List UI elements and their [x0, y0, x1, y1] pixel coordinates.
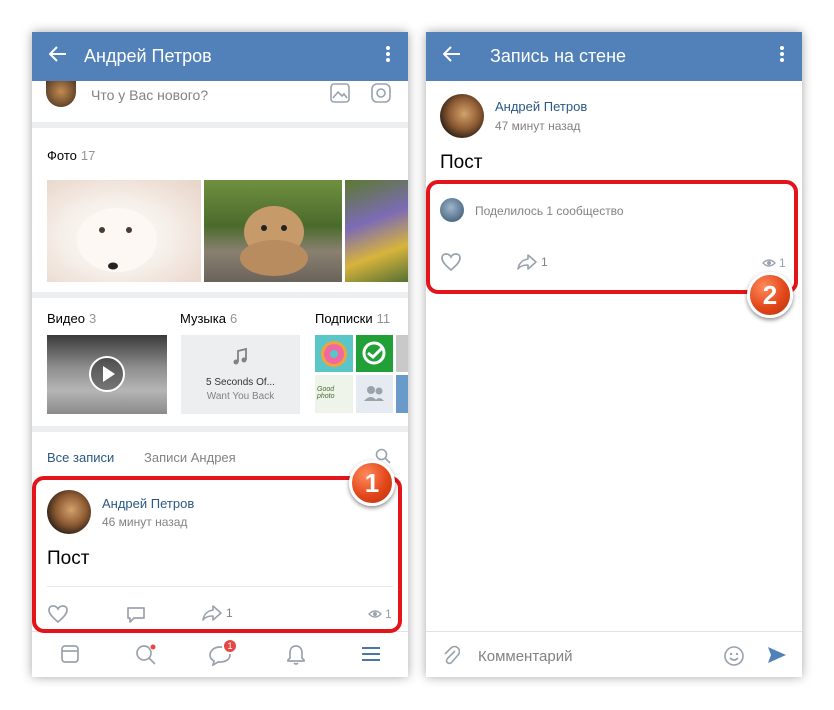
video-label: Видео [47, 311, 85, 326]
post-avatar[interactable] [440, 94, 484, 138]
media-block: Видео 3 Музыка 6 5 Seconds Of... Want You … [32, 298, 408, 426]
more-menu-button[interactable] [762, 46, 802, 67]
fox-illustration [77, 208, 157, 272]
page-title: Андрей Петров [84, 46, 212, 66]
play-icon [89, 356, 125, 392]
page-title: Запись на стене [490, 46, 627, 66]
screenshot-stage: Андрей Петров Что у Вас нового? Фото17 [0, 0, 834, 710]
attach-icon[interactable] [442, 645, 460, 665]
image-icon[interactable] [330, 83, 350, 103]
subscriptions-count: 11 [376, 311, 391, 326]
back-arrow-icon [48, 46, 66, 62]
step-marker-1: 1 [349, 460, 395, 506]
music-header[interactable]: Музыка 6 [180, 311, 237, 326]
post-header: Запись на стене [426, 32, 802, 81]
subscription-partial-bottom[interactable] [396, 375, 408, 413]
comment-bar: Комментарий [426, 631, 802, 677]
camera-icon[interactable] [371, 83, 391, 103]
post-screen: Запись на стене Андрей Петров 47 минут н… [426, 32, 802, 677]
messages-badge: 1 [222, 638, 238, 654]
cub-illustration [240, 206, 308, 276]
highlight-box-1 [32, 476, 402, 633]
donut-icon [321, 341, 347, 367]
more-vertical-icon [780, 46, 784, 62]
subscriptions-label: Подписки [315, 311, 373, 326]
photos-label: Фото [47, 148, 77, 163]
photos-count: 17 [80, 148, 96, 163]
video-thumbnail[interactable] [47, 335, 167, 414]
post-composer[interactable]: Что у Вас нового? [32, 81, 408, 122]
subscriptions-header[interactable]: Подписки 11 [315, 311, 390, 326]
music-note-icon [233, 348, 247, 365]
post-text: Пост [440, 152, 483, 173]
bottom-navigation: 1 [32, 631, 408, 677]
tab-all-posts[interactable]: Все записи [47, 450, 114, 465]
news-icon[interactable] [60, 644, 80, 664]
music-count: 6 [229, 311, 238, 326]
back-button[interactable] [32, 46, 84, 67]
search-nav-icon[interactable] [135, 644, 157, 666]
track-artist: Want You Back [206, 391, 275, 402]
comment-input[interactable]: Комментарий [478, 648, 572, 665]
video-header[interactable]: Видео 3 [47, 311, 96, 326]
more-vertical-icon [386, 46, 390, 62]
post-time: 47 минут назад [495, 119, 581, 133]
photos-block: Фото 17 [32, 128, 408, 292]
photo-cub[interactable] [204, 180, 342, 282]
subscription-sber[interactable] [356, 335, 393, 372]
subscription-partial-top[interactable] [396, 335, 408, 372]
subscription-good-photo[interactable]: Good photo [315, 375, 353, 413]
subscription-community[interactable] [356, 375, 393, 413]
music-label: Музыка [180, 311, 226, 326]
notifications-icon[interactable] [286, 644, 306, 666]
good-photo-text: Good photo [317, 386, 335, 400]
send-icon[interactable] [766, 645, 788, 665]
photo-flowers[interactable] [345, 180, 408, 282]
highlight-box-2 [426, 180, 798, 294]
tab-own-posts[interactable]: Записи Андрея [144, 450, 236, 465]
group-icon [364, 386, 384, 401]
photo-arctic-fox[interactable] [47, 180, 201, 282]
sber-logo-icon [362, 341, 386, 365]
composer-input[interactable]: Что у Вас нового? [91, 87, 208, 103]
menu-icon[interactable] [361, 644, 381, 664]
profile-header: Андрей Петров [32, 32, 408, 81]
more-menu-button[interactable] [368, 46, 408, 67]
video-count: 3 [88, 311, 97, 326]
emoji-icon[interactable] [723, 645, 745, 667]
post-author[interactable]: Андрей Петров [495, 99, 587, 114]
back-arrow-icon [442, 46, 460, 62]
messages-nav[interactable]: 1 [208, 638, 238, 667]
photos-header[interactable]: Фото 17 [47, 148, 95, 163]
subscription-donut[interactable] [315, 335, 353, 372]
step-marker-2: 2 [747, 272, 793, 318]
avatar [46, 81, 76, 107]
music-track[interactable]: 5 Seconds Of... Want You Back [181, 335, 300, 414]
back-button-post[interactable] [426, 46, 478, 67]
track-title: 5 Seconds Of... [206, 377, 275, 388]
